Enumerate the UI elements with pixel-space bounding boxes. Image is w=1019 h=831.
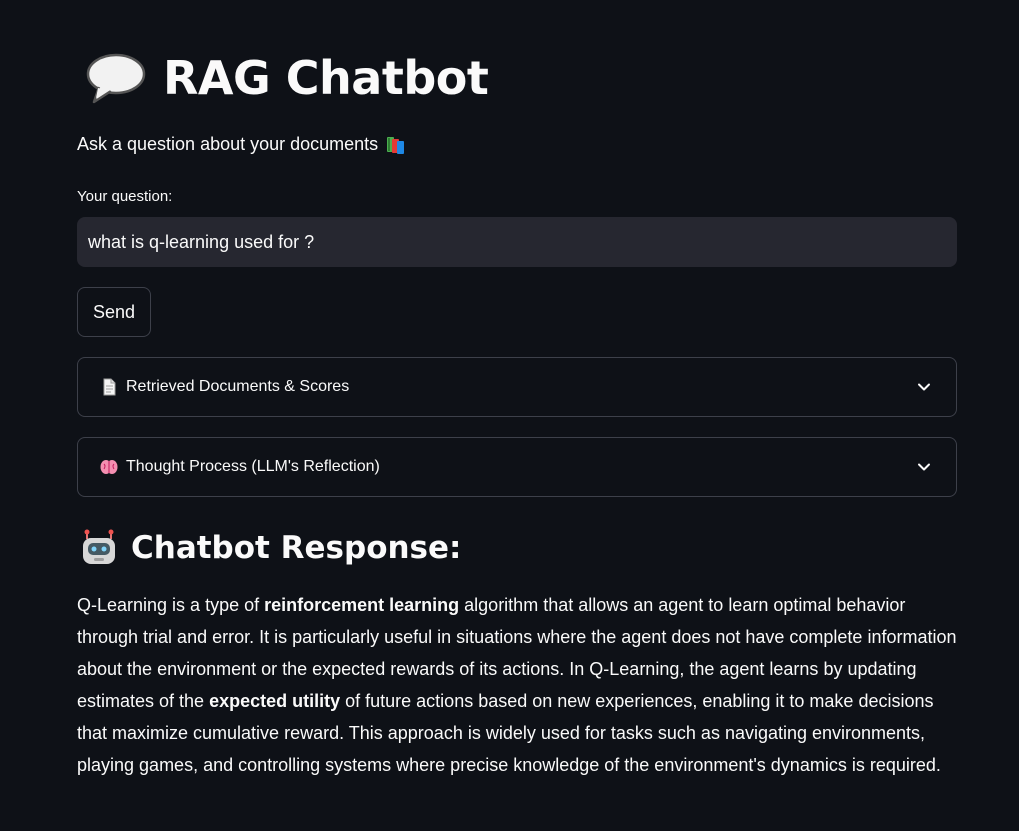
chevron-down-icon[interactable] — [916, 459, 932, 475]
response-text: Q-Learning is a type of reinforcement le… — [77, 589, 957, 781]
page-subtitle: Ask a question about your documents — [77, 134, 408, 155]
expander-retrieved-documents[interactable]: Retrieved Documents & Scores — [77, 357, 957, 417]
chevron-down-icon[interactable] — [916, 379, 932, 395]
page-icon — [103, 378, 116, 396]
speech-balloon-icon — [86, 53, 146, 104]
expander-thought-process[interactable]: Thought Process (LLM's Reflection) — [77, 437, 957, 497]
brain-icon — [100, 460, 118, 474]
expander-label: Retrieved Documents & Scores — [126, 378, 350, 395]
response-text-part: Q-Learning is a type of — [77, 595, 265, 615]
robot-icon — [83, 529, 115, 564]
books-icon — [387, 136, 405, 154]
question-input[interactable] — [77, 217, 957, 267]
response-heading-text: Chatbot Response: — [131, 530, 462, 566]
send-button[interactable]: Send — [77, 287, 151, 337]
subtitle-text: Ask a question about your documents — [77, 134, 379, 154]
page-title: RAG Chatbot — [85, 46, 489, 110]
response-bold-term: expected utility — [209, 691, 341, 711]
expander-label: Thought Process (LLM's Reflection) — [126, 458, 380, 475]
response-bold-term: reinforcement learning — [264, 595, 460, 615]
response-heading: Chatbot Response: — [79, 526, 461, 570]
question-label: Your question: — [77, 188, 173, 205]
page-title-text: RAG Chatbot — [163, 51, 489, 105]
